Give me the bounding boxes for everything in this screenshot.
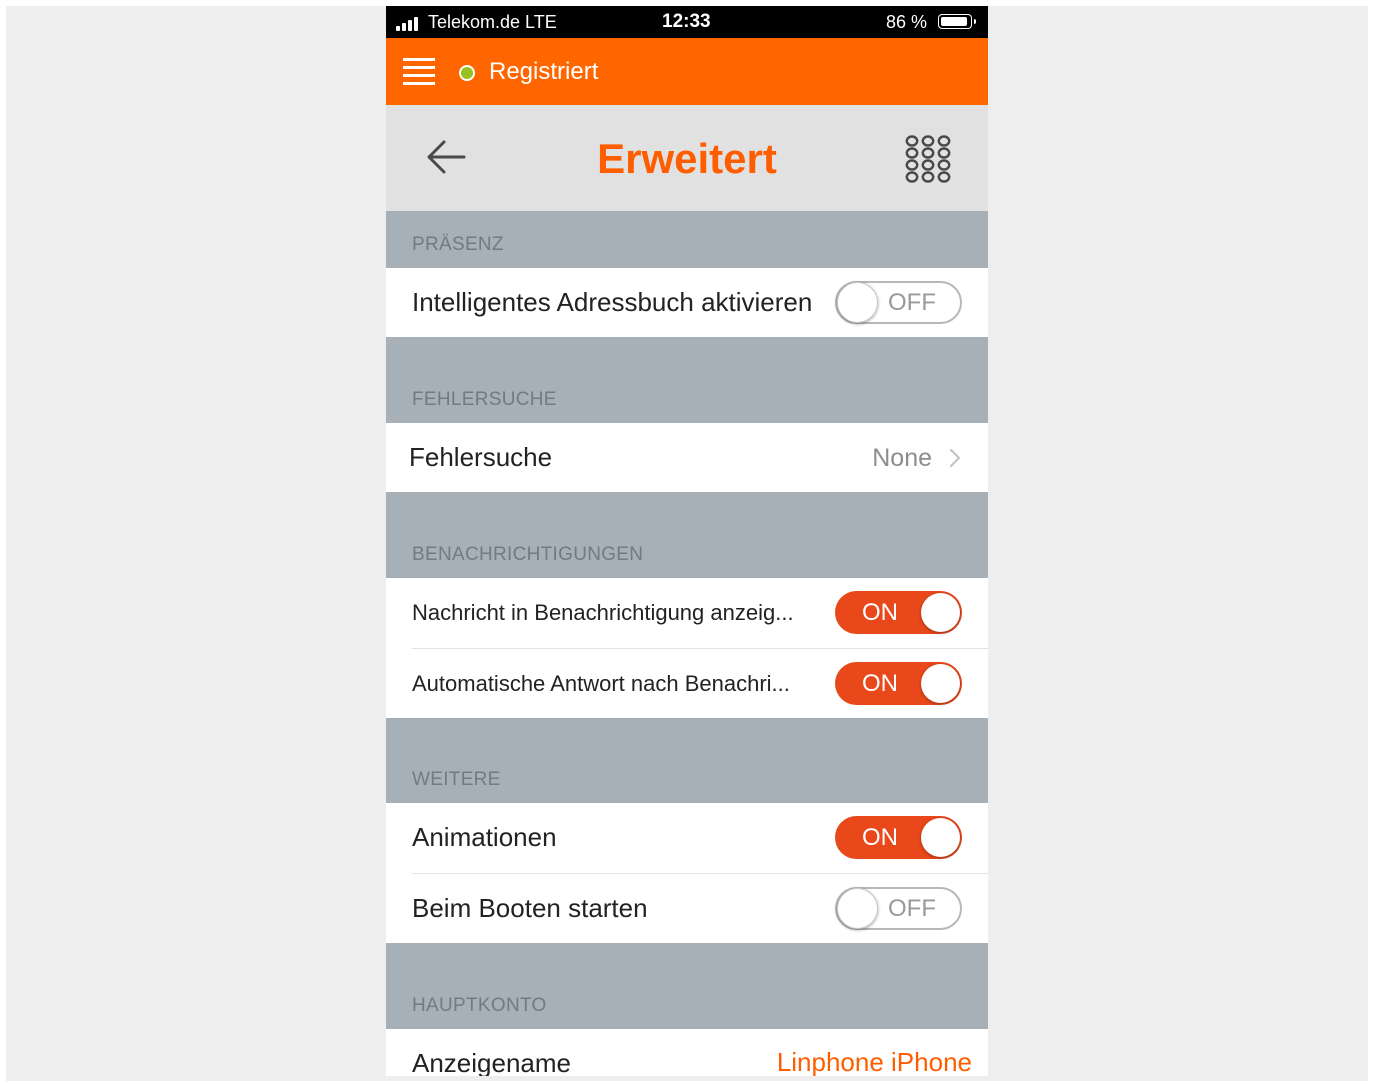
section-title: HAUPTKONTO bbox=[412, 995, 547, 1016]
display-name-value: Linphone iPhone bbox=[776, 1047, 972, 1076]
toggle-state-label: ON bbox=[862, 599, 898, 626]
start-at-boot-row: Beim Booten starten OFF bbox=[386, 874, 988, 943]
start-at-boot-label: Beim Booten starten bbox=[412, 893, 648, 923]
smart-addressbook-toggle[interactable]: OFF bbox=[835, 281, 962, 324]
section-header-debug: FEHLERSUCHE bbox=[386, 337, 988, 423]
auto-reply-label: Automatische Antwort nach Benachri... bbox=[412, 671, 790, 696]
registration-status-label: Registriert bbox=[489, 58, 599, 85]
show-message-row: Nachricht in Benachrichtigung anzeig... … bbox=[386, 578, 988, 649]
chevron-right-icon bbox=[949, 448, 961, 468]
debug-level-label: Fehlersuche bbox=[409, 442, 553, 472]
page-header: Erweitert bbox=[386, 105, 988, 211]
debug-level-value: None bbox=[872, 444, 932, 472]
page-title: Erweitert bbox=[597, 135, 777, 182]
show-message-label: Nachricht in Benachrichtigung anzeig... bbox=[412, 600, 794, 625]
debug-level-row[interactable]: Fehlersuche None bbox=[386, 423, 988, 492]
toggle-state-label: ON bbox=[862, 824, 898, 851]
section-header-main-account: HAUPTKONTO bbox=[386, 943, 988, 1029]
section-title: WEITERE bbox=[412, 769, 501, 790]
registration-status-dot-icon bbox=[459, 65, 475, 81]
clock: 12:33 bbox=[662, 11, 711, 32]
display-name-label: Anzeigename bbox=[412, 1048, 571, 1076]
toggle-knob bbox=[921, 593, 960, 632]
start-at-boot-toggle[interactable]: OFF bbox=[835, 887, 962, 930]
section-header-presence: PRÄSENZ bbox=[386, 211, 988, 268]
toggle-knob bbox=[921, 664, 960, 703]
section-title: BENACHRICHTIGUNGEN bbox=[412, 544, 644, 565]
toggle-knob bbox=[921, 818, 960, 857]
toggle-state-label: ON bbox=[862, 670, 898, 697]
signal-strength-icon bbox=[396, 17, 422, 31]
section-header-notifications: BENACHRICHTIGUNGEN bbox=[386, 492, 988, 578]
carrier-label: Telekom.de LTE bbox=[428, 12, 557, 32]
animations-toggle[interactable]: ON bbox=[835, 816, 962, 859]
auto-reply-row: Automatische Antwort nach Benachri... ON bbox=[386, 649, 988, 718]
animations-row: Animationen ON bbox=[386, 803, 988, 874]
phone-screen: Telekom.de LTE 12:33 86 % Registriert Er… bbox=[386, 6, 988, 1076]
status-bar: Telekom.de LTE 12:33 86 % bbox=[386, 6, 988, 38]
section-header-other: WEITERE bbox=[386, 718, 988, 803]
toggle-state-label: OFF bbox=[888, 895, 936, 922]
show-message-toggle[interactable]: ON bbox=[835, 591, 962, 634]
smart-addressbook-row: Intelligentes Adressbuch aktivieren OFF bbox=[386, 268, 988, 337]
battery-percentage: 86 % bbox=[886, 12, 928, 32]
dialpad-icon[interactable] bbox=[904, 135, 952, 183]
animations-label: Animationen bbox=[412, 822, 557, 852]
menu-icon[interactable] bbox=[403, 56, 435, 88]
toggle-state-label: OFF bbox=[888, 289, 936, 316]
smart-addressbook-label: Intelligentes Adressbuch aktivieren bbox=[412, 287, 813, 317]
battery-icon bbox=[938, 14, 976, 29]
toggle-knob bbox=[837, 282, 878, 323]
registration-bar: Registriert bbox=[386, 38, 988, 105]
toggle-knob bbox=[837, 888, 878, 929]
display-name-row[interactable]: Anzeigename Linphone iPhone bbox=[386, 1029, 988, 1076]
section-title: PRÄSENZ bbox=[412, 234, 504, 255]
section-title: FEHLERSUCHE bbox=[412, 389, 557, 410]
auto-reply-toggle[interactable]: ON bbox=[835, 662, 962, 705]
